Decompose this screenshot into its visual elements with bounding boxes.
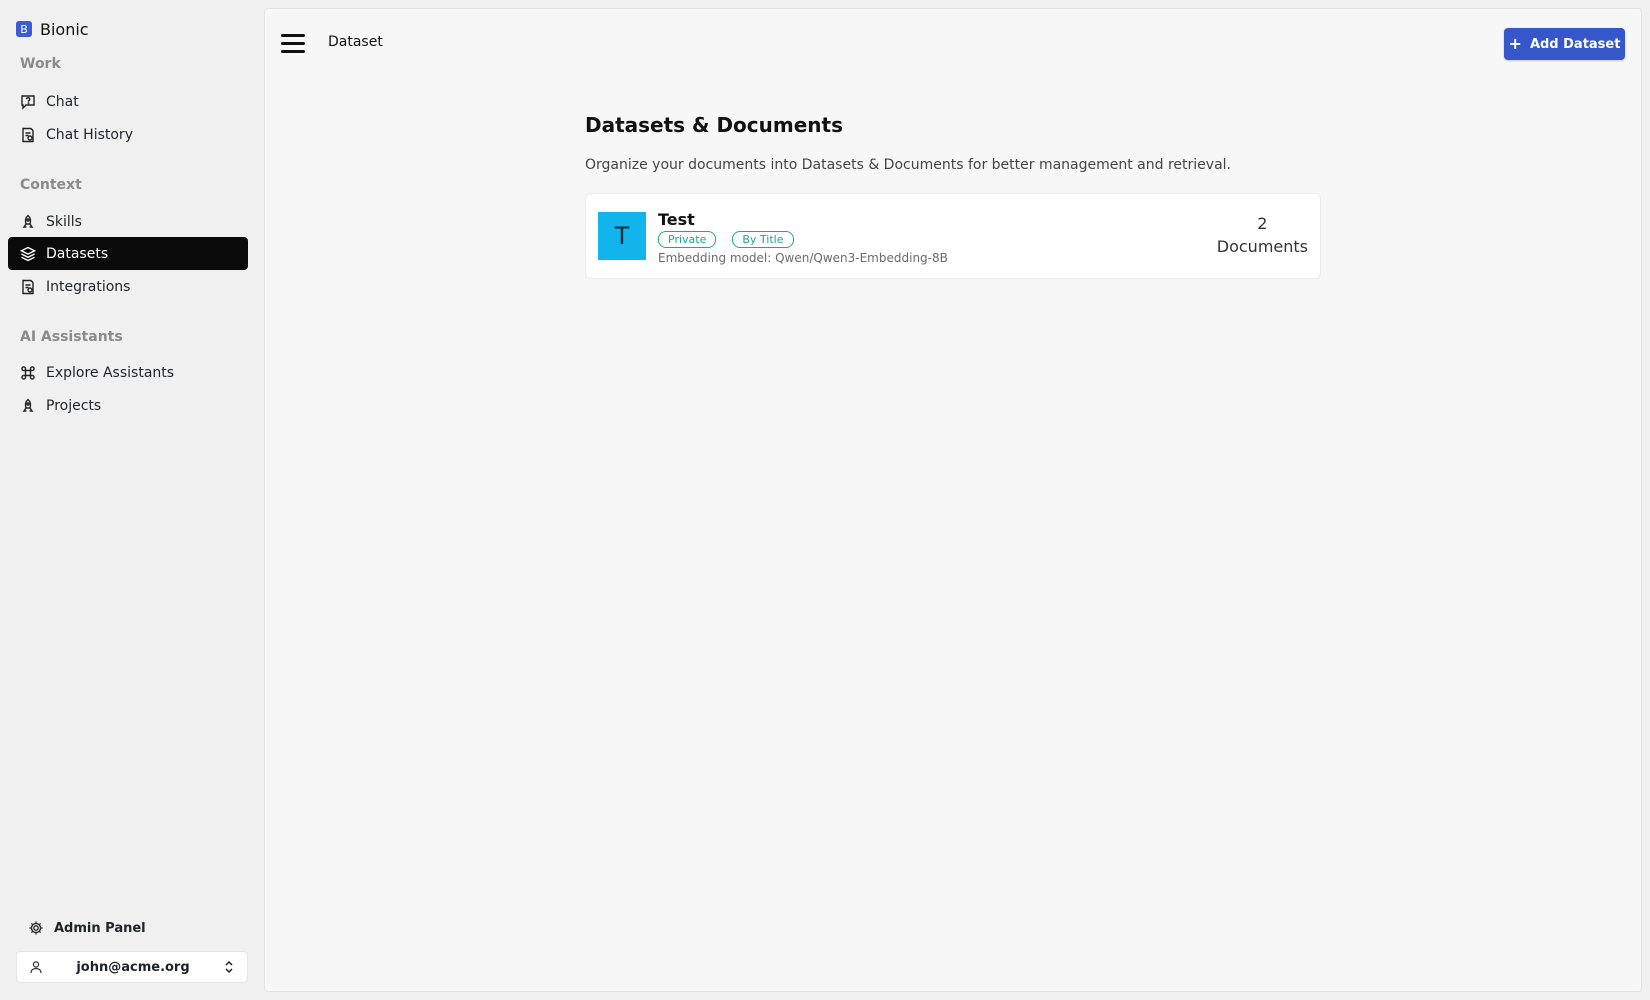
section-label-ai-assistants: AI Assistants — [20, 329, 123, 345]
section-label-context: Context — [20, 177, 82, 193]
section-label-work: Work — [20, 56, 61, 72]
sidebar-item-chat-history[interactable]: Chat History — [8, 118, 248, 151]
dataset-name: Test — [658, 210, 695, 229]
dataset-badges: Private By Title — [658, 231, 794, 248]
sidebar-item-integrations[interactable]: Integrations — [8, 270, 248, 303]
sidebar-item-label: Integrations — [46, 278, 131, 295]
visibility-badge: Private — [658, 231, 717, 248]
user-account-select[interactable]: john@acme.org — [16, 951, 248, 983]
sidebar-item-skills[interactable]: Skills — [8, 205, 248, 238]
sidebar-item-projects[interactable]: Projects — [8, 389, 248, 422]
page-title: Datasets & Documents — [585, 113, 843, 137]
document-count: 2 Documents — [1217, 214, 1308, 256]
dataset-avatar: T — [598, 212, 646, 260]
sidebar-item-explore-assistants[interactable]: Explore Assistants — [8, 356, 248, 389]
sidebar-item-label: Explore Assistants — [46, 364, 175, 381]
page-description: Organize your documents into Datasets & … — [585, 157, 1231, 173]
integrations-doc-icon — [22, 279, 34, 294]
history-doc-icon — [22, 127, 34, 142]
dataset-card[interactable]: T Test Private By Title Embedding model:… — [585, 193, 1321, 279]
sidebar-item-datasets[interactable]: Datasets — [8, 237, 248, 270]
command-icon — [21, 365, 35, 380]
document-count-value: 2 — [1257, 214, 1268, 233]
add-dataset-label: Add Dataset — [1529, 36, 1621, 52]
brand-logo-icon: B — [16, 21, 32, 37]
user-icon — [30, 961, 42, 974]
sidebar-item-label: Chat — [46, 93, 79, 110]
sidebar-item-label: Skills — [46, 213, 82, 230]
sidebar-item-chat[interactable]: Chat — [8, 85, 248, 118]
page-breadcrumb: Dataset — [328, 34, 383, 50]
plus-icon: + — [1508, 34, 1522, 53]
content-header: Datasets & Documents Organize your docum… — [585, 113, 1325, 173]
rocket-icon — [22, 398, 34, 412]
chat-question-icon — [21, 94, 35, 110]
layers-icon — [20, 246, 36, 261]
user-email: john@acme.org — [76, 959, 190, 975]
sidebar-item-label: Chat History — [46, 126, 133, 143]
sidebar-item-label: Projects — [46, 397, 102, 414]
chunking-badge: By Title — [732, 231, 794, 248]
rocket-icon — [22, 214, 34, 228]
hamburger-menu-icon[interactable] — [281, 33, 305, 53]
add-dataset-button[interactable]: + Add Dataset — [1504, 28, 1625, 60]
document-count-label: Documents — [1216, 237, 1308, 256]
brand-name: Bionic — [40, 19, 89, 39]
sidebar-item-label: Datasets — [46, 245, 109, 262]
admin-panel-link[interactable]: Admin Panel — [28, 917, 146, 939]
sidebar: B Bionic Work Chat Chat History Context … — [0, 0, 264, 1000]
admin-panel-label: Admin Panel — [54, 920, 146, 936]
gear-icon — [29, 921, 43, 935]
embedding-model-text: Embedding model: Qwen/Qwen3-Embedding-8B — [658, 251, 948, 265]
chevron-up-down-icon — [225, 960, 233, 974]
main-panel: Dataset + Add Dataset Datasets & Documen… — [264, 8, 1642, 992]
brand[interactable]: B Bionic — [16, 18, 89, 40]
